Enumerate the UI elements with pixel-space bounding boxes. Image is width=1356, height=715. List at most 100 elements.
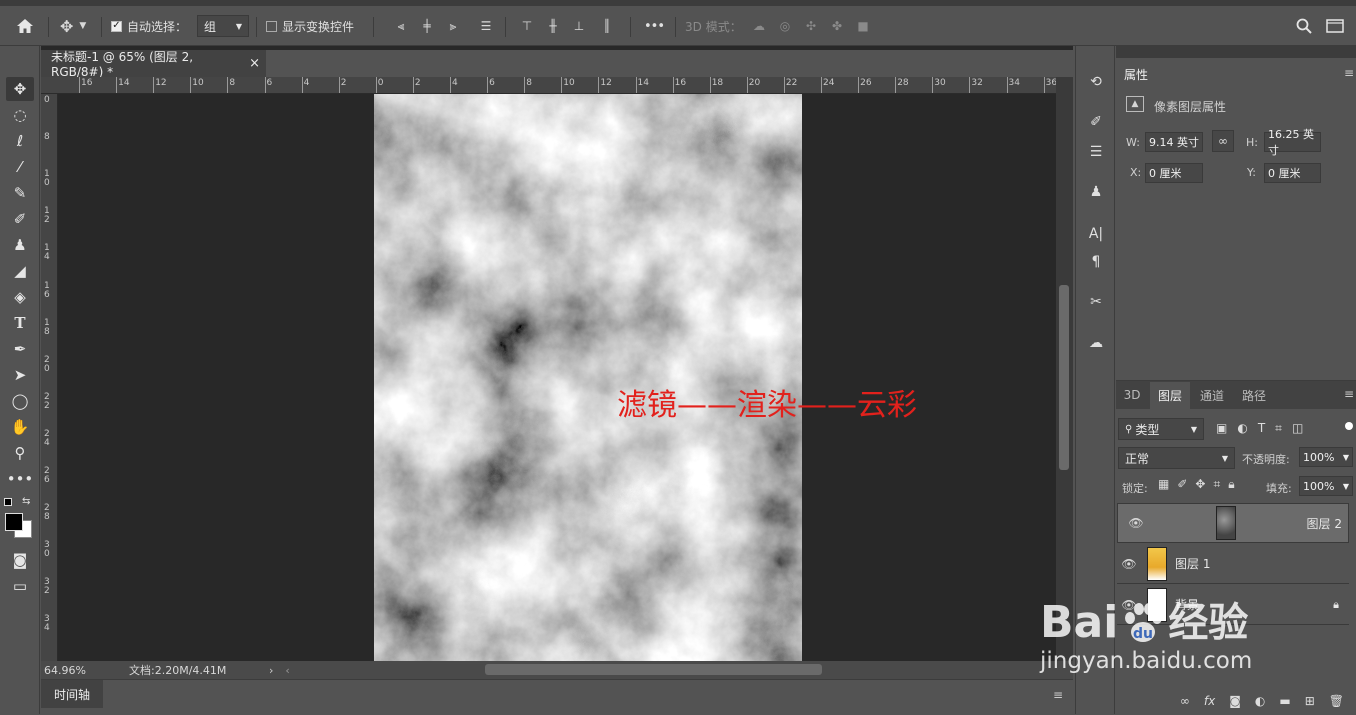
- eye-icon[interactable]: 👁︎: [1117, 557, 1141, 571]
- ruler-label: 14: [118, 78, 130, 88]
- slide-3d-icon[interactable]: ✤: [824, 19, 850, 33]
- height-field[interactable]: 16.25 英寸: [1264, 128, 1321, 157]
- libraries-button[interactable]: ☁: [1084, 331, 1108, 355]
- home-button[interactable]: [16, 6, 34, 46]
- width-field[interactable]: 9.14 英寸: [1145, 132, 1203, 152]
- horizontal-scrollbar-thumb[interactable]: [485, 664, 822, 675]
- lock-transparent-icon[interactable]: ▦: [1158, 477, 1169, 492]
- show-transform-checkbox[interactable]: 显示变换控件: [266, 6, 354, 46]
- filter-toggle[interactable]: [1345, 422, 1353, 430]
- brushes-button[interactable]: ✐: [1084, 110, 1108, 134]
- marquee-tool[interactable]: ◌: [6, 103, 34, 127]
- clone-source-button[interactable]: ♟: [1084, 180, 1108, 204]
- auto-select-dropdown[interactable]: 组 ▼: [197, 15, 249, 37]
- brush-tool[interactable]: ✐: [6, 207, 34, 231]
- y-field[interactable]: 0 厘米: [1264, 163, 1321, 183]
- roll-3d-icon[interactable]: ◎: [772, 19, 798, 33]
- default-colors-icon[interactable]: [4, 498, 12, 506]
- close-icon[interactable]: ×: [249, 56, 260, 71]
- tools-preset-button[interactable]: ✂: [1084, 290, 1108, 314]
- auto-select-checkbox[interactable]: ✓ 自动选择：: [111, 6, 187, 46]
- pan-3d-icon[interactable]: ✣: [798, 19, 824, 33]
- adjustments-button[interactable]: ☰: [1084, 140, 1108, 164]
- document-tab[interactable]: 未标题-1 @ 65% (图层 2, RGB/8#) * ×: [41, 50, 266, 79]
- distribute-vertical-icon[interactable]: ║: [592, 19, 622, 33]
- more-options-button[interactable]: •••: [644, 6, 665, 46]
- panel-menu-icon[interactable]: ≡: [1053, 688, 1063, 702]
- move-tool-preset[interactable]: ✥ ▼: [60, 6, 86, 46]
- quick-mask-button[interactable]: ◙: [6, 548, 34, 572]
- chevron-right-icon[interactable]: ›: [269, 664, 273, 677]
- lasso-tool[interactable]: ℓ: [6, 129, 34, 153]
- opacity-field[interactable]: 100% ▼: [1299, 447, 1353, 467]
- image-filter-icon[interactable]: ▣: [1216, 421, 1227, 436]
- history-button[interactable]: ⟲: [1084, 70, 1108, 94]
- zoom-tool[interactable]: ⚲: [6, 441, 34, 465]
- panel-menu-icon[interactable]: ≡: [1344, 387, 1354, 401]
- paragraph-button[interactable]: ¶: [1084, 250, 1108, 274]
- distribute-icon[interactable]: ☰: [466, 19, 506, 33]
- camera-3d-icon[interactable]: ■: [850, 19, 876, 33]
- vertical-scrollbar-thumb[interactable]: [1059, 285, 1069, 470]
- new-layer-icon[interactable]: ⊞: [1305, 694, 1315, 708]
- canvas-clouds[interactable]: [374, 94, 802, 661]
- fx-icon[interactable]: fx: [1204, 694, 1215, 708]
- orbit-3d-icon[interactable]: ☁: [746, 19, 772, 33]
- character-button[interactable]: A|: [1084, 222, 1108, 246]
- lock-pixels-icon[interactable]: ✐: [1177, 477, 1187, 492]
- align-middle-icon[interactable]: ╫: [540, 19, 566, 33]
- folder-icon[interactable]: ▬: [1279, 694, 1290, 708]
- lock-artboard-icon[interactable]: ⌗: [1213, 477, 1220, 492]
- lock-icons: ▦ ✐ ✥ ⌗ 🔒︎: [1158, 477, 1235, 492]
- pen-tool[interactable]: ✒: [6, 337, 34, 361]
- smart-object-filter-icon[interactable]: ◫: [1292, 421, 1303, 436]
- link-icon[interactable]: ∞: [1212, 130, 1234, 152]
- tab-3d[interactable]: 3D: [1118, 382, 1146, 408]
- align-bottom-icon[interactable]: ⊥: [566, 19, 592, 33]
- filter-kind-dropdown[interactable]: ⚲ 类型 ▼: [1118, 418, 1204, 440]
- stamp-tool[interactable]: ♟: [6, 233, 34, 257]
- trash-icon[interactable]: 🗑︎: [1329, 694, 1344, 708]
- tab-properties[interactable]: 属性: [1116, 61, 1156, 87]
- tab-paths[interactable]: 路径: [1234, 382, 1274, 408]
- layer-row[interactable]: 👁︎ 图层 1: [1117, 544, 1349, 584]
- align-center-icon[interactable]: ╪: [414, 19, 440, 33]
- paint-bucket-tool[interactable]: ◈: [6, 285, 34, 309]
- eraser-tool[interactable]: ◢: [6, 259, 34, 283]
- lock-all-icon[interactable]: 🔒︎: [1228, 477, 1234, 492]
- align-left-icon[interactable]: ⫷: [388, 19, 414, 34]
- layer-row[interactable]: 👁︎ 图层 2: [1117, 503, 1349, 543]
- type-tool[interactable]: T: [6, 311, 34, 335]
- search-button[interactable]: [1296, 6, 1312, 46]
- ellipse-tool[interactable]: ◯: [6, 389, 34, 413]
- tab-channels[interactable]: 通道: [1192, 382, 1232, 408]
- add-mask-icon[interactable]: ◙: [1229, 694, 1241, 708]
- eyedropper-tool[interactable]: ✎: [6, 181, 34, 205]
- move-tool[interactable]: ✥: [6, 77, 34, 101]
- path-select-tool[interactable]: ➤: [6, 363, 34, 387]
- align-top-icon[interactable]: ⊤: [514, 19, 540, 33]
- blend-mode-dropdown[interactable]: 正常 ▼: [1118, 447, 1235, 469]
- link-layers-icon[interactable]: ∞: [1180, 694, 1190, 708]
- more-tools[interactable]: •••: [6, 467, 34, 491]
- foreground-color-swatch[interactable]: [5, 513, 23, 531]
- adjustment-layer-icon[interactable]: ◐: [1255, 694, 1265, 708]
- align-right-icon[interactable]: ⫸: [440, 19, 466, 34]
- hand-tool[interactable]: ✋: [6, 415, 34, 439]
- shape-filter-icon[interactable]: ⌗: [1275, 421, 1282, 436]
- screen-mode-button[interactable]: ▭: [6, 574, 34, 598]
- chevron-left-icon[interactable]: ‹: [285, 664, 289, 677]
- panel-menu-icon[interactable]: ≡: [1344, 66, 1354, 80]
- swap-colors-icon[interactable]: ⇆: [22, 496, 30, 507]
- fill-field[interactable]: 100% ▼: [1299, 476, 1353, 496]
- magic-wand-tool[interactable]: ⁄: [6, 155, 34, 179]
- x-field[interactable]: 0 厘米: [1145, 163, 1203, 183]
- eye-icon[interactable]: 👁︎: [1124, 516, 1148, 530]
- zoom-level[interactable]: 64.96%: [44, 664, 119, 677]
- type-filter-icon[interactable]: T: [1258, 421, 1265, 436]
- adjustment-filter-icon[interactable]: ◐: [1237, 421, 1247, 436]
- tab-layers[interactable]: 图层: [1150, 382, 1190, 409]
- workspace-button[interactable]: [1326, 6, 1344, 46]
- timeline-tab[interactable]: 时间轴: [41, 680, 103, 708]
- lock-position-icon[interactable]: ✥: [1195, 477, 1205, 492]
